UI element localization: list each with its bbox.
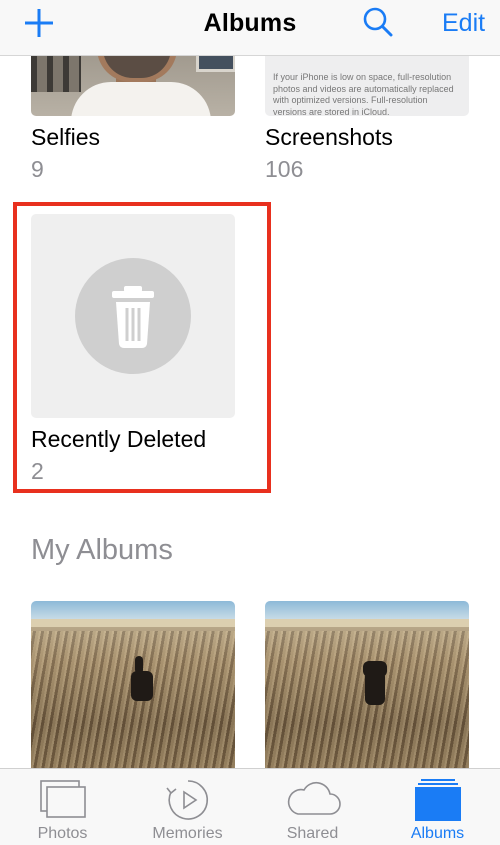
page-title: Albums <box>203 9 297 37</box>
album-screenshots[interactable]: If your iPhone is low on space, full-res… <box>265 56 470 183</box>
highlight-box <box>13 202 271 493</box>
photos-icon <box>39 780 86 818</box>
search-button[interactable] <box>362 5 394 39</box>
tab-label: Photos <box>37 825 88 842</box>
albums-scroll-view[interactable]: Selfies 9 If your iPhone is low on space… <box>0 56 500 768</box>
thumbnail-text: If your iPhone is low on space, full-res… <box>273 72 454 116</box>
tab-label: Albums <box>410 825 465 842</box>
cloud-icon <box>287 781 341 815</box>
album-title: Screenshots <box>265 124 393 150</box>
tab-shared[interactable]: Shared <box>250 769 375 845</box>
search-icon <box>363 7 393 37</box>
album-count: 106 <box>265 156 304 182</box>
tab-memories[interactable]: Memories <box>125 769 250 845</box>
navigation-bar: Albums Edit <box>0 0 500 56</box>
tab-albums[interactable]: Albums <box>375 769 500 845</box>
album-selfies[interactable]: Selfies 9 <box>31 56 236 183</box>
album-title: Selfies <box>31 124 101 150</box>
tab-bar: Photos Memories Shared Albums <box>0 768 500 845</box>
edit-button[interactable]: Edit <box>442 9 485 38</box>
tab-label: Memories <box>152 825 223 842</box>
my-album-item[interactable] <box>265 601 470 768</box>
album-thumbnail <box>31 56 235 116</box>
tab-label: Shared <box>286 825 339 842</box>
album-thumbnail: If your iPhone is low on space, full-res… <box>265 56 469 116</box>
albums-icon <box>414 779 461 821</box>
section-title-my-albums: My Albums <box>31 534 173 566</box>
tab-photos[interactable]: Photos <box>0 769 125 845</box>
album-thumbnail <box>31 601 235 768</box>
my-album-item[interactable] <box>31 601 236 768</box>
memories-icon <box>165 780 208 820</box>
album-thumbnail <box>265 601 469 768</box>
album-count: 9 <box>31 156 44 182</box>
